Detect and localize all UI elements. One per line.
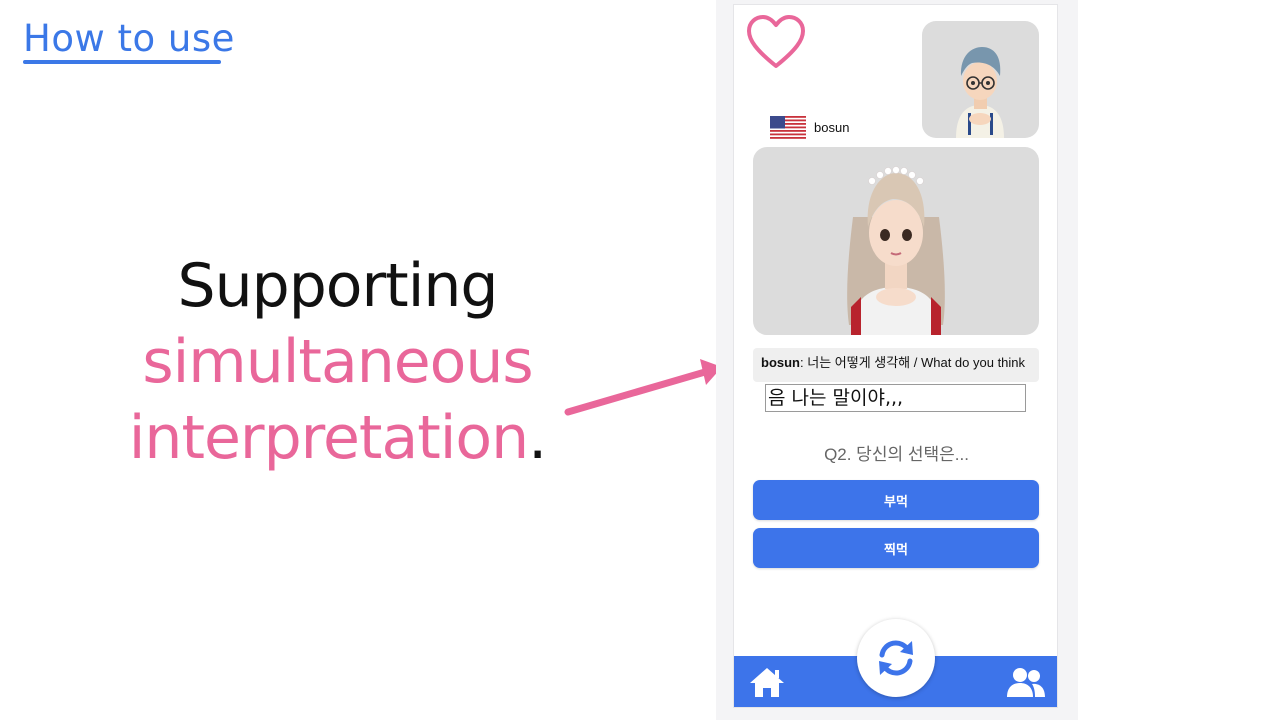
- male-avatar: [956, 47, 1004, 138]
- remote-video-thumbnail[interactable]: [922, 21, 1039, 138]
- message-input[interactable]: 음 나는 말이야,,,: [765, 384, 1026, 412]
- main-video[interactable]: [753, 147, 1039, 335]
- headline-line3: interpretation: [128, 403, 529, 473]
- heart-icon[interactable]: [746, 14, 806, 70]
- question-text: Q2. 당신의 선택은...: [824, 445, 969, 464]
- female-avatar: [847, 166, 945, 335]
- home-icon[interactable]: [748, 665, 786, 699]
- refresh-button[interactable]: [857, 619, 935, 697]
- slide-title: How to use: [23, 17, 235, 60]
- username-label: bosun: [814, 120, 850, 135]
- choice-button-1[interactable]: 부먹: [753, 480, 1039, 520]
- headline-line1: Supporting: [177, 251, 499, 321]
- headline-line2: simultaneous: [142, 327, 533, 397]
- pointer-arrow: [564, 359, 722, 416]
- refresh-icon: [879, 640, 913, 676]
- people-icon[interactable]: [1006, 665, 1046, 699]
- choice-button-2[interactable]: 찍먹: [753, 528, 1039, 568]
- chat-message: 너는 어떻게 생각해 / What do you think: [803, 355, 1026, 370]
- chat-translation-bar: bosun: 너는 어떻게 생각해 / What do you think: [753, 348, 1039, 382]
- headline: Supporting simultaneous interpretation.: [100, 248, 575, 476]
- chat-speaker: bosun: [761, 355, 800, 370]
- phone-screen: bosun bosun: 너는 어떻게 생각해 / What do you th…: [733, 4, 1058, 708]
- title-underline: [23, 60, 221, 64]
- us-flag-icon: [770, 116, 806, 139]
- headline-period: .: [528, 403, 547, 473]
